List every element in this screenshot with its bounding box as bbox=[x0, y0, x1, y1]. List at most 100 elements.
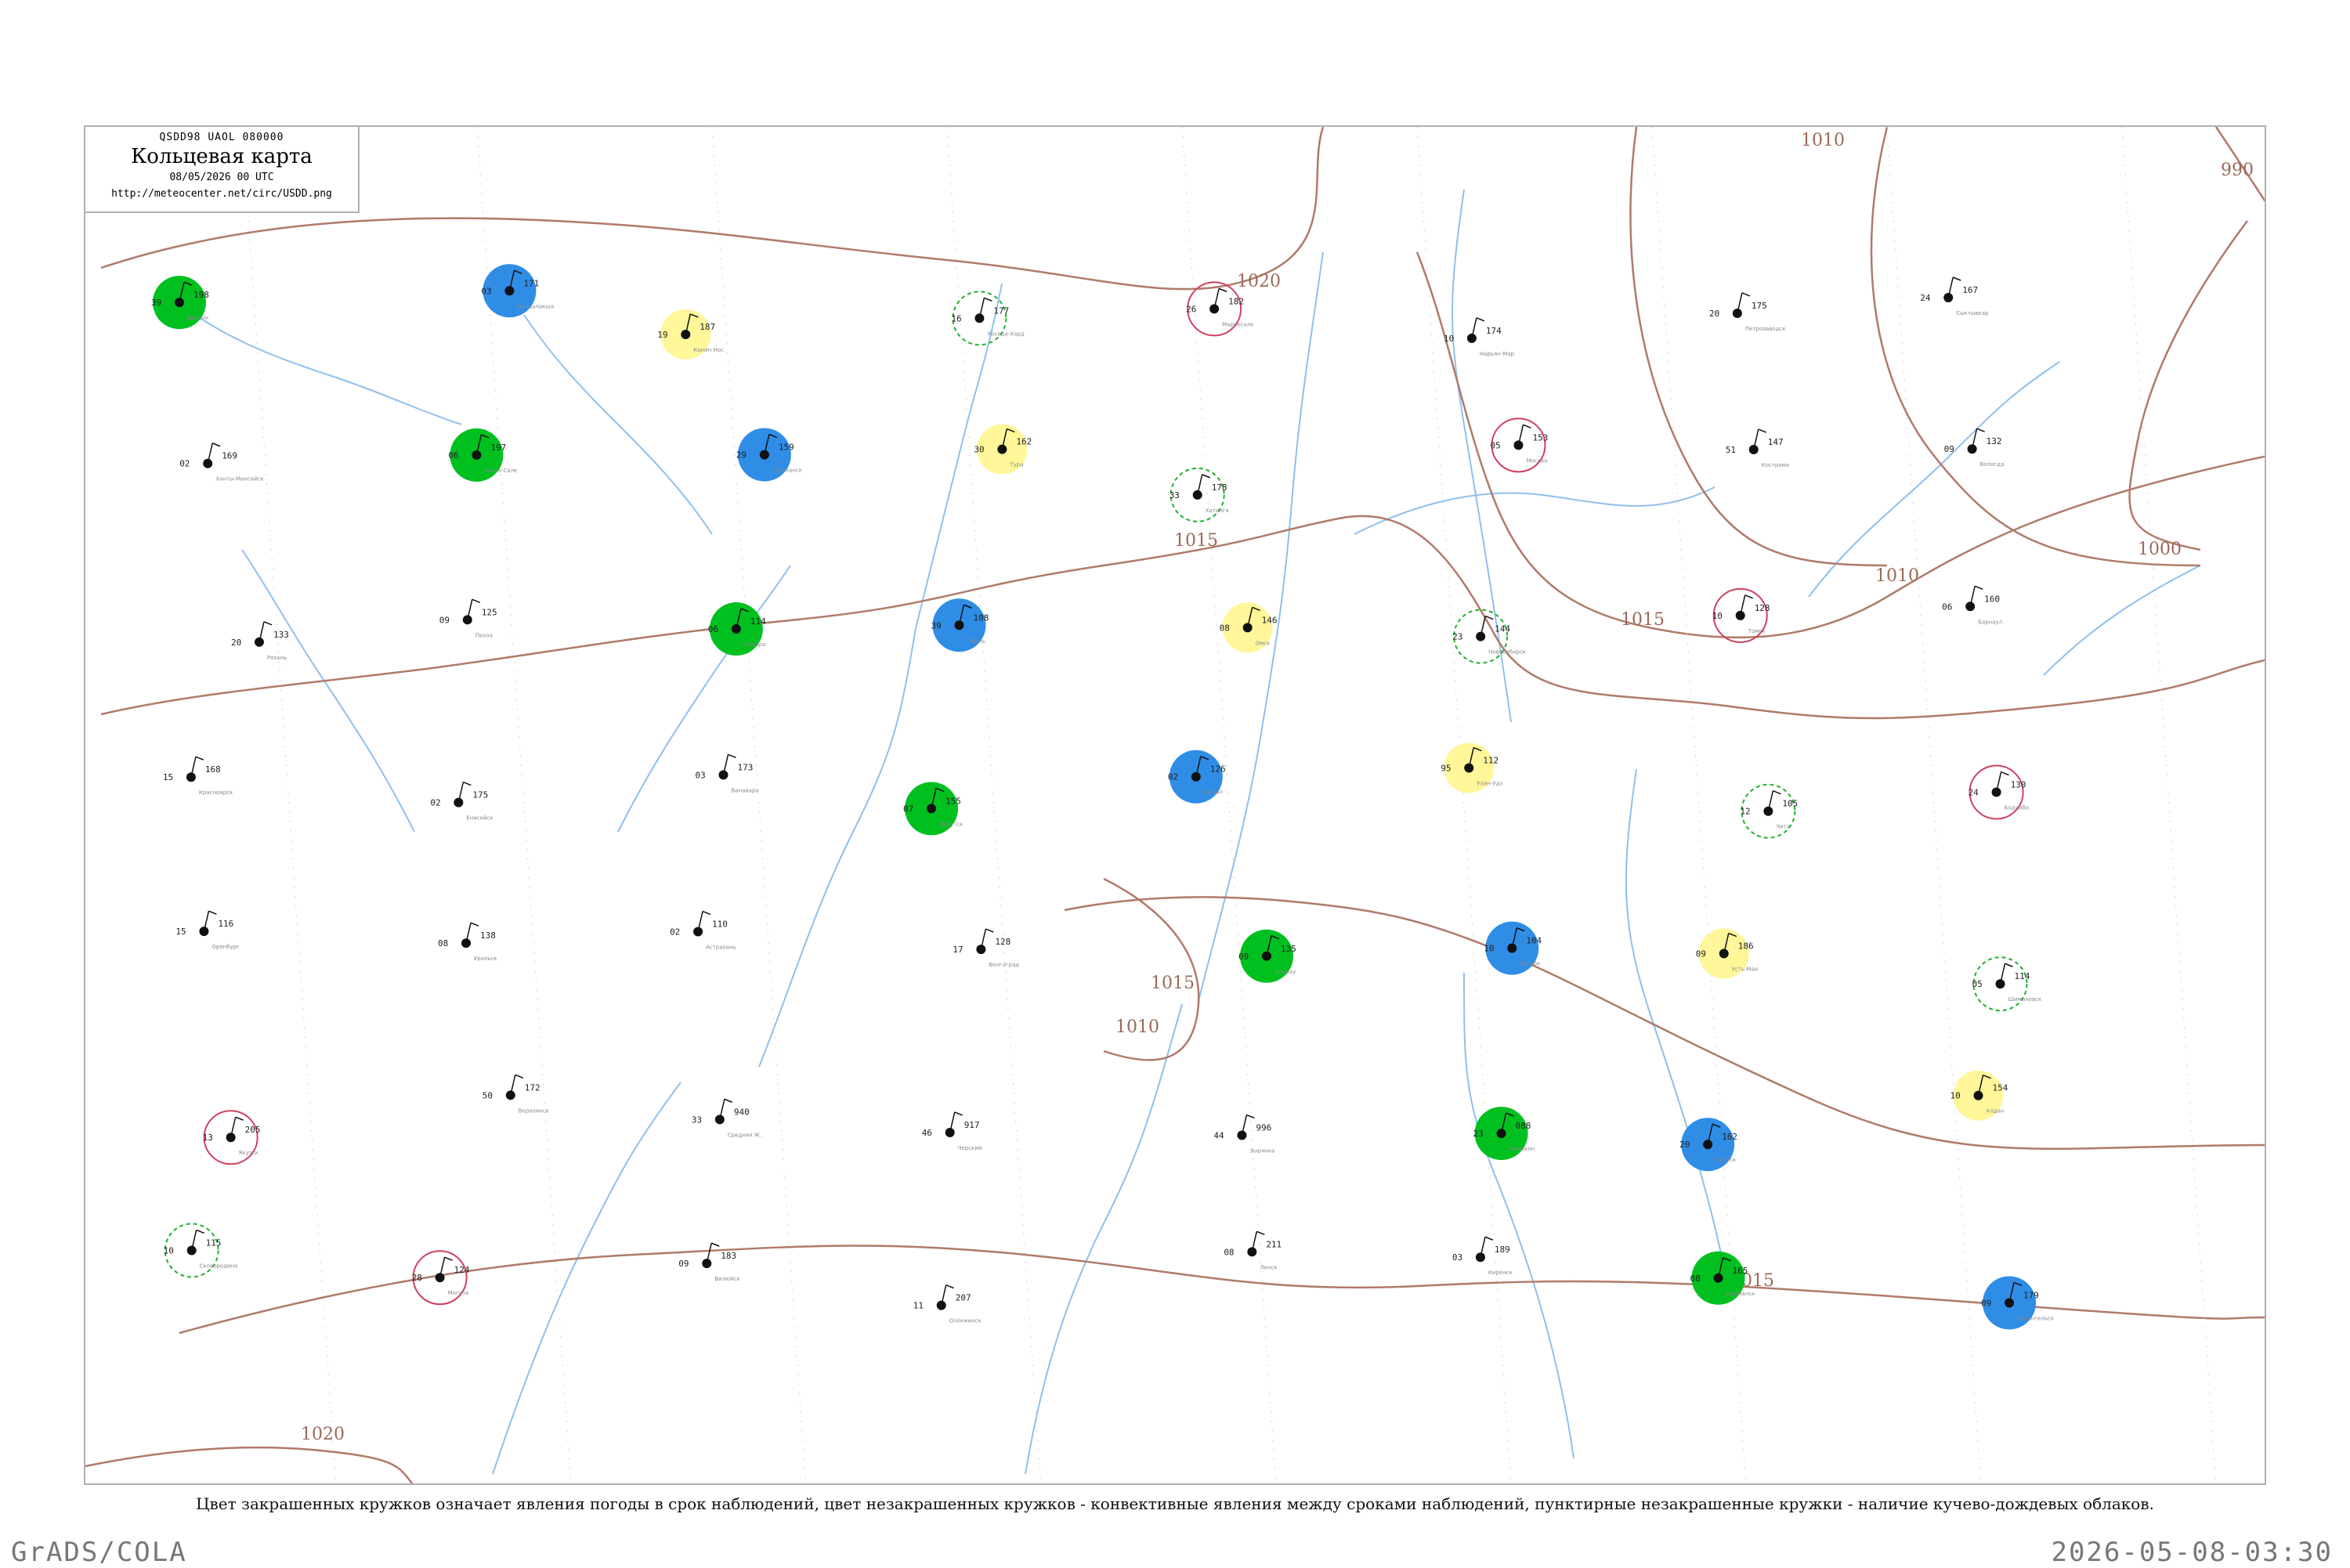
station-symbol: 173 03 Ванавара bbox=[695, 753, 759, 793]
station-temp: 44 bbox=[1213, 1130, 1224, 1140]
station-pressure: 211 bbox=[1266, 1239, 1282, 1249]
isobar-line bbox=[1064, 896, 2265, 1151]
wind-barb-feather bbox=[985, 928, 994, 933]
map-frame: 1020 1015 1015 1010 1010 1000 990 1015 1015 1020 1… bbox=[84, 125, 2266, 1485]
station-symbol: 169 02 Ханты-Мансийск bbox=[179, 443, 264, 482]
isobar-line bbox=[1870, 127, 2201, 567]
station-pressure: 198 bbox=[193, 290, 209, 300]
isobar-label: 1020 bbox=[301, 1425, 345, 1444]
station-pressure: 124 bbox=[454, 1265, 470, 1275]
station-symbol: 168 15 Красноярск bbox=[163, 756, 233, 796]
station-temp: 03 bbox=[1452, 1252, 1462, 1263]
station-name: Уральск bbox=[474, 956, 497, 962]
software-credit: GrADS/COLA bbox=[11, 1537, 187, 1568]
station-symbol: 104 10 Актобе bbox=[1484, 921, 1542, 975]
station-temp: 51 bbox=[1726, 445, 1736, 455]
station-temp: 10 bbox=[1950, 1091, 1961, 1101]
station-symbol: 160 06 Барнаул bbox=[1942, 585, 2002, 625]
river-line bbox=[2043, 565, 2201, 676]
wind-barb-feather bbox=[463, 781, 472, 786]
map-legend: QSDD98 UAOL 080000 Кольцевая карта 08/05… bbox=[84, 125, 360, 213]
river-line bbox=[1808, 361, 2060, 598]
wind-barb-feather bbox=[945, 1284, 955, 1289]
station-pressure: 159 bbox=[779, 443, 794, 453]
station-symbol: 172 50 Верхоянск bbox=[483, 1074, 549, 1114]
station-symbol: 125 09 Пенза bbox=[439, 598, 497, 638]
station-symbol: 135 09 Атырау bbox=[1238, 929, 1296, 983]
wind-barb-feather bbox=[2001, 771, 2009, 776]
wind-barb-feather bbox=[1256, 1230, 1265, 1236]
station-pressure: 114 bbox=[750, 616, 766, 627]
station-name: Енисейск bbox=[466, 815, 493, 822]
station-symbol: 996 44 Зырянка bbox=[1213, 1114, 1274, 1154]
meridian bbox=[241, 127, 337, 1483]
station-name: Олёкминск bbox=[949, 1318, 982, 1324]
station-symbol: 114 05 Шимановск bbox=[1972, 956, 2041, 1012]
station-name: Тарко-Сале bbox=[483, 468, 517, 474]
station-name: Средняя Ж. bbox=[728, 1132, 761, 1138]
station-temp: 02 bbox=[430, 798, 440, 808]
station-temp: 05 bbox=[1490, 440, 1500, 450]
station-pressure: 154 bbox=[1993, 1083, 2008, 1093]
station-name: Актобе bbox=[1520, 961, 1540, 967]
station-symbol: 186 09 Усть-Мая bbox=[1696, 928, 1758, 979]
station-name: Черский bbox=[958, 1145, 982, 1151]
station-pressure: 207 bbox=[956, 1293, 971, 1303]
isobar-label: 1010 bbox=[1115, 1017, 1159, 1037]
station-pressure: 112 bbox=[1483, 756, 1499, 766]
station-pressure: 128 bbox=[995, 937, 1010, 947]
station-name: Рязань bbox=[267, 655, 287, 661]
station-pressure: 178 bbox=[1212, 482, 1227, 493]
wind-barb-feather bbox=[470, 922, 479, 927]
station-temp: 28 bbox=[412, 1273, 422, 1283]
station-dot bbox=[1209, 304, 1220, 314]
station-symbol: 187 19 Канин Нос bbox=[657, 309, 724, 359]
station-symbol: 154 10 Алдан bbox=[1950, 1070, 2008, 1121]
station-temp: 09 bbox=[1696, 949, 1706, 959]
station-symbol: 205 13 Якутск bbox=[203, 1110, 261, 1165]
station-name: Ленск bbox=[1260, 1264, 1277, 1270]
station-name: Новосибирск bbox=[1488, 649, 1526, 656]
station-temp: 12 bbox=[1740, 807, 1750, 817]
station-name: Барнаул bbox=[1978, 619, 2002, 625]
station-temp: 19 bbox=[657, 330, 667, 340]
station-symbol: 126 02 Кызыл bbox=[1168, 750, 1226, 804]
station-symbol: 153 05 Москва bbox=[1490, 417, 1548, 473]
wind-barb-feather bbox=[1741, 292, 1751, 297]
station-pressure: 153 bbox=[1532, 432, 1548, 443]
wind-barb-feather bbox=[263, 621, 273, 626]
wind-barb-feather bbox=[444, 1256, 453, 1261]
station-pressure: 175 bbox=[472, 790, 488, 800]
station-name: Сковородино bbox=[200, 1263, 238, 1269]
source-url[interactable]: http://meteocenter.net/circ/USDD.png bbox=[85, 188, 358, 200]
station-temp: 33 bbox=[692, 1115, 702, 1125]
station-symbol: 130 24 Бодайбо bbox=[1969, 764, 2029, 820]
station-symbol: 147 51 Кострома bbox=[1726, 428, 1789, 468]
station-name: Чита bbox=[1776, 824, 1790, 830]
station-pressure: 174 bbox=[1486, 326, 1502, 336]
station-name: Ванавара bbox=[731, 787, 758, 793]
station-pressure: 135 bbox=[1281, 944, 1296, 954]
station-symbol: 115 10 Сковородино bbox=[164, 1223, 238, 1278]
station-temp: 09 bbox=[1981, 1298, 1991, 1308]
station-symbol: 162 20 Охотск bbox=[1679, 1118, 1737, 1172]
station-name: Пенза bbox=[475, 632, 493, 638]
station-markers: 198 39 Диксон 171 03 Кандалакша 187 19 Канин Нос… bbox=[151, 264, 2054, 1330]
wind-barb-feather bbox=[1484, 1236, 1494, 1241]
station-name: Туруханск bbox=[772, 468, 802, 474]
station-temp: 50 bbox=[483, 1090, 493, 1100]
station-name: Красноярск bbox=[199, 789, 233, 796]
station-name: Зырянка bbox=[1249, 1147, 1274, 1154]
isobar-label: 1010 bbox=[1875, 566, 1919, 586]
weather-map[interactable]: 1020101510151010101010009901015101510201… bbox=[85, 127, 2266, 1485]
station-name: Якутск bbox=[239, 1150, 258, 1156]
station-name: Киренск bbox=[1488, 1270, 1513, 1276]
station-name: Хатанга bbox=[1206, 508, 1229, 514]
river-line bbox=[1452, 189, 1512, 723]
wind-barb-feather bbox=[1952, 276, 1961, 281]
station-symbol: 177 16 Хоседа-Хард bbox=[951, 291, 1025, 346]
station-temp: 95 bbox=[1441, 764, 1451, 774]
station-name: Вологда bbox=[1980, 461, 2005, 468]
station-temp: 10 bbox=[164, 1245, 174, 1255]
station-name: Верхоянск bbox=[519, 1107, 549, 1114]
